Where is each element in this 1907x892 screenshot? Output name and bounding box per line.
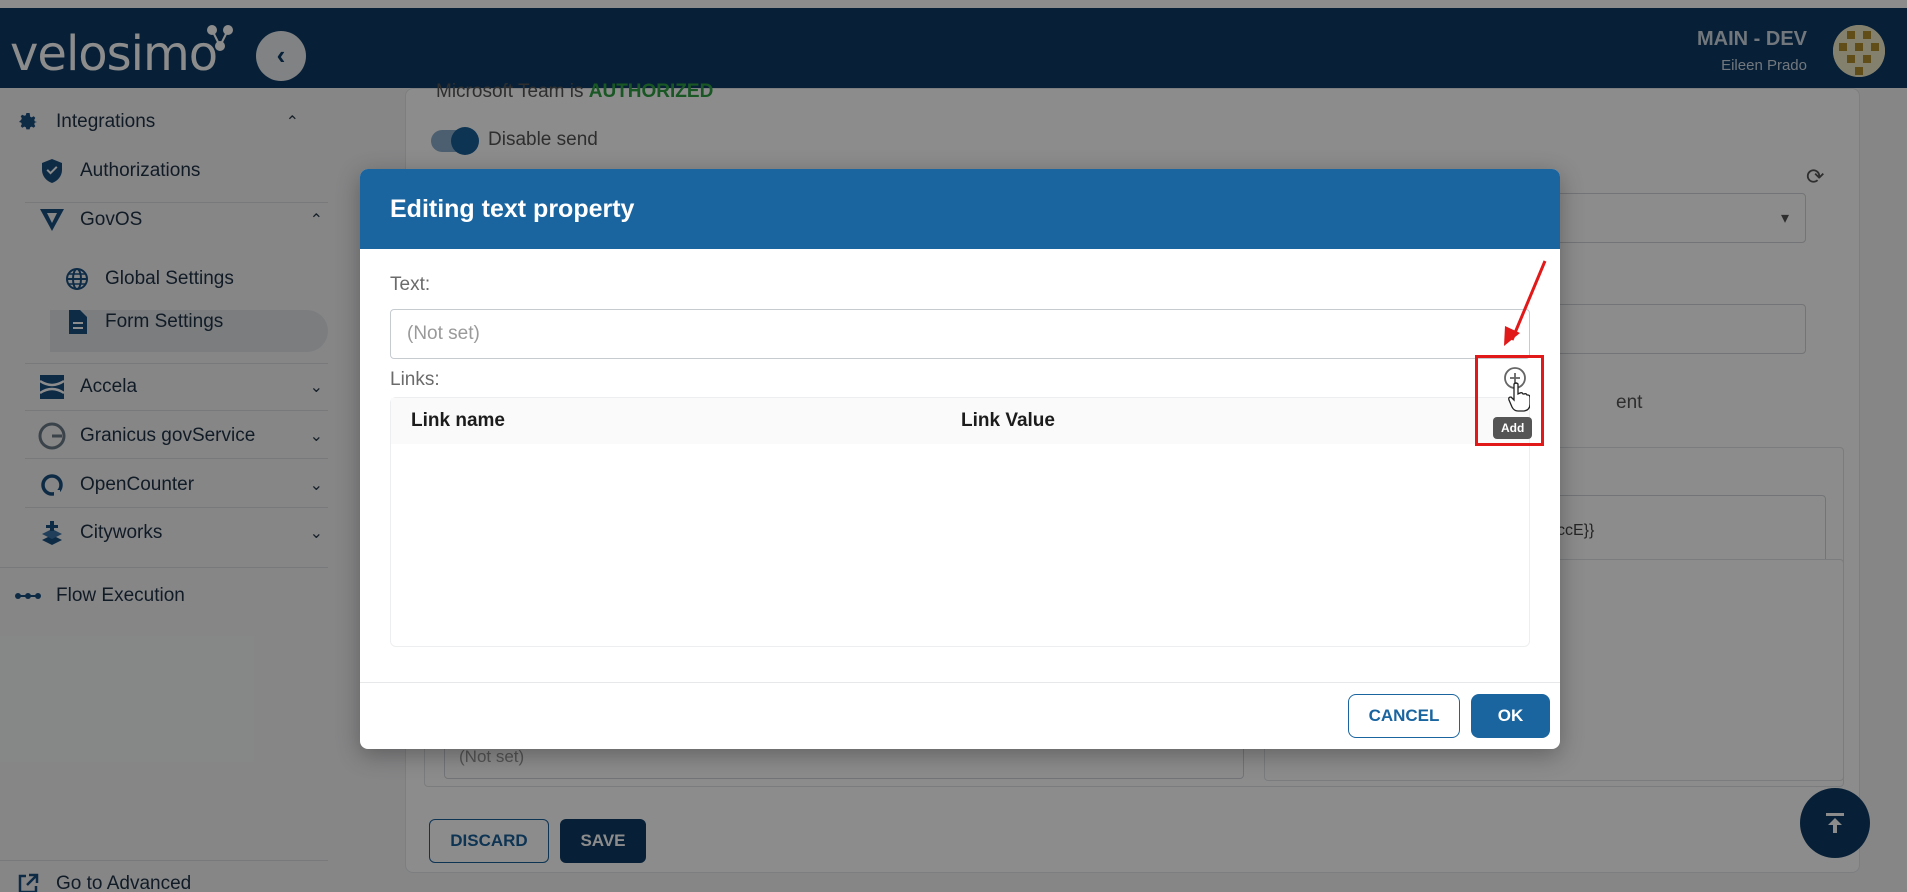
dialog-title: Editing text property	[360, 169, 1560, 249]
dialog-footer-divider	[360, 682, 1560, 683]
edit-text-property-dialog: Editing text property Text: Links: Link …	[360, 169, 1560, 749]
cancel-button[interactable]: CANCEL	[1348, 694, 1460, 738]
links-label: Links:	[390, 369, 440, 390]
text-label: Text:	[390, 274, 431, 295]
hand-cursor-icon	[1508, 382, 1530, 412]
ok-button[interactable]: OK	[1471, 694, 1550, 738]
links-table: Link name Link Value	[390, 397, 1530, 647]
column-header-link-name: Link name	[411, 410, 505, 431]
column-header-link-value: Link Value	[961, 410, 1055, 431]
links-table-header: Link name Link Value	[391, 398, 1529, 444]
annotation-arrow-icon	[1504, 260, 1547, 346]
text-input[interactable]	[390, 309, 1530, 359]
